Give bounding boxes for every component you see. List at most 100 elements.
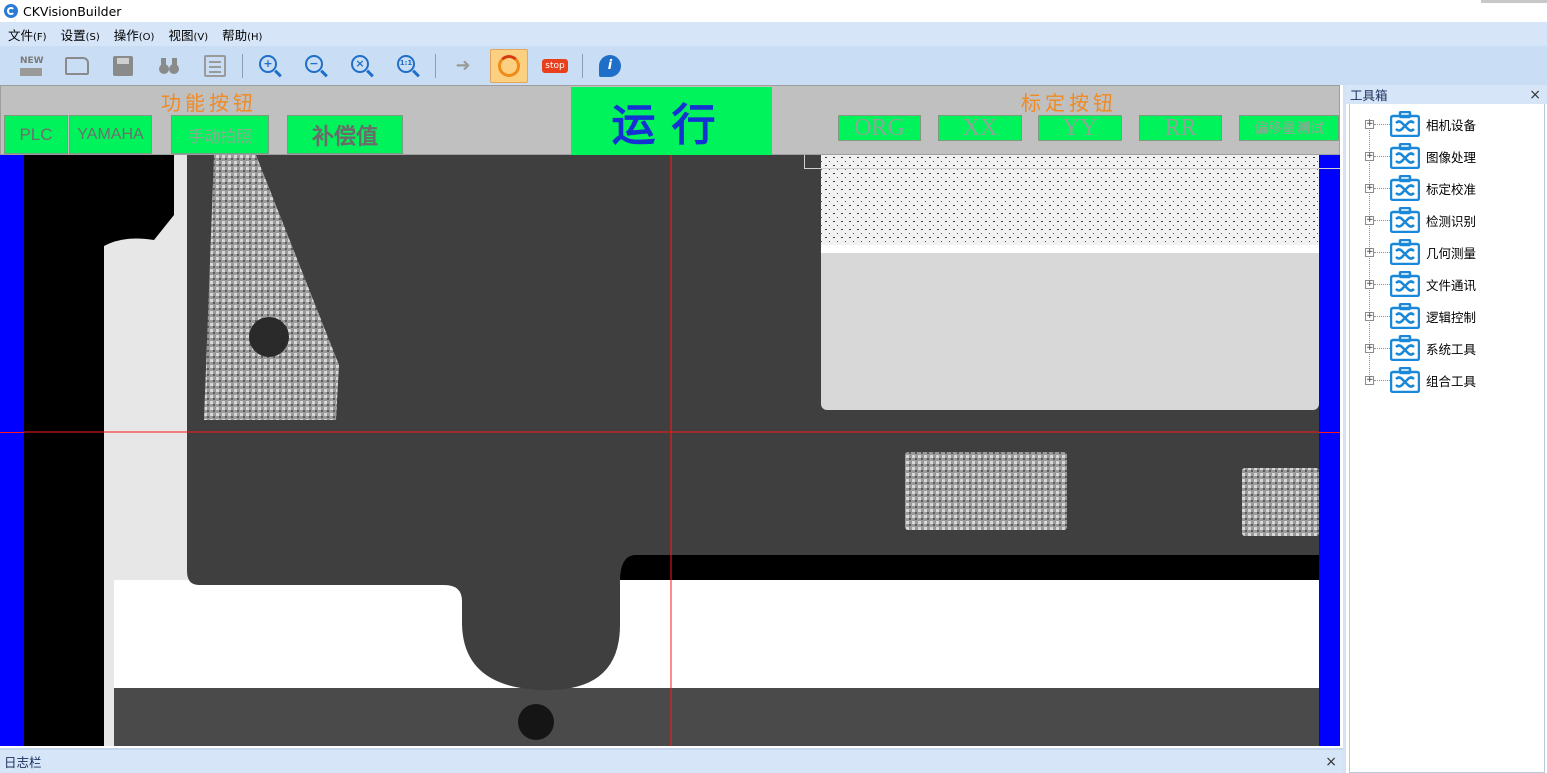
offset-test-button[interactable]: 偏移量测试: [1239, 115, 1339, 141]
toolbox-item[interactable]: + 相机设备: [1350, 108, 1540, 140]
new-button[interactable]: NEW: [12, 49, 50, 83]
toolbox-item[interactable]: + 标定校准: [1350, 172, 1540, 204]
toolbox-item[interactable]: + 逻辑控制: [1350, 300, 1540, 332]
selection-rectangle: [804, 155, 1340, 169]
step-run-button[interactable]: ➜: [444, 49, 482, 83]
tree-connector: [1374, 219, 1390, 221]
toolbox-item-label: 相机设备: [1426, 117, 1477, 133]
info-icon: i: [599, 54, 621, 77]
toolbox-category-icon: [1389, 110, 1421, 138]
image-viewer[interactable]: [0, 155, 1340, 746]
toolbox-category-icon: [1389, 174, 1421, 202]
tree-connector: [1374, 123, 1390, 125]
yy-button[interactable]: YY: [1038, 115, 1122, 141]
toolbox-item-label: 标定校准: [1426, 181, 1477, 197]
toolbox-category-icon: [1389, 142, 1421, 170]
window-title: CKVisionBuilder: [23, 3, 122, 19]
toolbox-title: 工具箱: [1350, 88, 1388, 103]
toolbox-item-label: 文件通讯: [1426, 277, 1477, 293]
expand-icon[interactable]: +: [1365, 215, 1374, 225]
toolbox-item[interactable]: + 几何测量: [1350, 236, 1540, 268]
crosshair-horizontal-left: [0, 432, 24, 433]
zoom-in-button[interactable]: +: [251, 49, 289, 83]
function-group-title: 功能按钮: [161, 91, 257, 115]
stop-button[interactable]: stop: [536, 49, 574, 83]
expand-icon[interactable]: +: [1365, 151, 1374, 161]
menu-bar: 文件(F) 设置(S) 操作(O) 视图(V) 帮助(H): [0, 22, 1547, 46]
rr-button[interactable]: RR: [1139, 115, 1222, 141]
expand-icon[interactable]: +: [1365, 247, 1374, 257]
toolbox-item[interactable]: + 系统工具: [1350, 332, 1540, 364]
toolbox-item[interactable]: + 组合工具: [1350, 364, 1540, 396]
zoom-fit-button[interactable]: ×: [343, 49, 381, 83]
zoom-actual-button[interactable]: 1:1: [389, 49, 427, 83]
zoom-fit-icon: ×: [351, 54, 369, 73]
toolbox-item-label: 组合工具: [1426, 373, 1477, 389]
toolbar-separator: [582, 53, 583, 78]
tree-connector: [1374, 283, 1390, 285]
open-folder-icon: [65, 56, 89, 75]
toolbar-separator: [435, 53, 436, 78]
yamaha-button[interactable]: YAMAHA: [69, 115, 152, 154]
org-button[interactable]: ORG: [838, 115, 921, 141]
toolbox-panel: 工具箱 × + 相机设备 + 图像处理 + 标定校准 + 检测识别 + 几何测量 + 文件通讯 + 逻辑控…: [1343, 85, 1547, 773]
calibration-group-title: 标定按钮: [1021, 91, 1117, 115]
toolbox-category-icon: [1389, 366, 1421, 394]
app-logo-icon: [4, 4, 18, 18]
window-controls-edge: [1481, 0, 1547, 3]
toolbox-item[interactable]: + 检测识别: [1350, 204, 1540, 236]
log-panel-title: 日志栏: [4, 755, 42, 770]
toolbox-category-icon: [1389, 206, 1421, 234]
toolbox-item-label: 图像处理: [1426, 149, 1477, 165]
expand-icon[interactable]: +: [1365, 311, 1374, 321]
toolbox-item-label: 几何测量: [1426, 245, 1477, 261]
continuous-run-button[interactable]: [490, 48, 528, 83]
fit-window-button[interactable]: [196, 49, 234, 83]
toolbox-category-icon: [1389, 238, 1421, 266]
tree-connector: [1374, 187, 1390, 189]
zoom-out-button[interactable]: −: [297, 49, 335, 83]
xx-button[interactable]: XX: [938, 115, 1022, 141]
expand-icon[interactable]: +: [1365, 183, 1374, 193]
continuous-run-icon: [498, 54, 520, 77]
expand-icon[interactable]: +: [1365, 375, 1374, 385]
camera-image[interactable]: [24, 155, 1319, 746]
stop-icon: stop: [542, 58, 568, 73]
menu-file[interactable]: 文件(F): [8, 25, 47, 44]
menu-help[interactable]: 帮助(H): [222, 25, 262, 44]
menu-settings[interactable]: 设置(S): [61, 25, 100, 44]
compensation-button[interactable]: 补偿值: [287, 115, 403, 154]
open-button[interactable]: [58, 49, 96, 83]
expand-icon[interactable]: +: [1365, 119, 1374, 129]
function-panel: 功能按钮 标定按钮 PLC YAMAHA 手动拍照 补偿值 运行 ORG XX …: [0, 85, 1340, 155]
toolbox-item[interactable]: + 文件通讯: [1350, 268, 1540, 300]
toolbox-close-icon[interactable]: ×: [1529, 87, 1541, 103]
log-close-icon[interactable]: ×: [1325, 754, 1337, 770]
new-icon: NEW: [20, 56, 44, 76]
find-button[interactable]: [150, 49, 188, 83]
log-panel-header: 日志栏 ×: [0, 748, 1343, 773]
expand-icon[interactable]: +: [1365, 279, 1374, 289]
crosshair-horizontal-right: [1319, 432, 1340, 433]
tree-connector: [1374, 315, 1390, 317]
expand-icon[interactable]: +: [1365, 343, 1374, 353]
toolbox-category-icon: [1389, 270, 1421, 298]
tree-connector: [1374, 379, 1390, 381]
binoculars-icon: [159, 57, 179, 74]
tree-connector: [1374, 155, 1390, 157]
menu-view[interactable]: 视图(V): [168, 25, 208, 44]
toolbox-header: 工具箱 ×: [1346, 85, 1547, 104]
toolbox-tree: + 相机设备 + 图像处理 + 标定校准 + 检测识别 + 几何测量 + 文件通讯 + 逻辑控制 + 系统工具…: [1349, 104, 1545, 773]
zoom-in-icon: +: [259, 54, 277, 73]
zoom-actual-icon: 1:1: [397, 54, 415, 73]
tree-connector: [1374, 251, 1390, 253]
info-button[interactable]: i: [591, 49, 629, 83]
save-button[interactable]: [104, 49, 142, 83]
manual-photo-button[interactable]: 手动拍照: [171, 115, 269, 154]
toolbox-item[interactable]: + 图像处理: [1350, 140, 1540, 172]
menu-operation[interactable]: 操作(O): [114, 25, 155, 44]
toolbox-item-label: 逻辑控制: [1426, 309, 1477, 325]
run-button[interactable]: 运行: [571, 87, 772, 155]
plc-button[interactable]: PLC: [4, 115, 68, 154]
save-icon: [113, 55, 133, 76]
